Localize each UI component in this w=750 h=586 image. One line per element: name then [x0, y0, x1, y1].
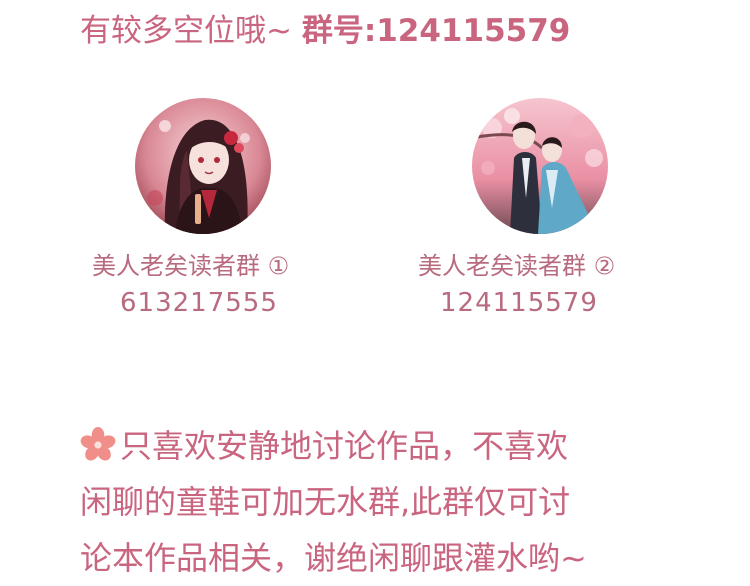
header-text: 有较多空位哦~ 群号:124115579 [80, 8, 570, 54]
group-1-avatar[interactable] [135, 98, 271, 234]
group-rules-notice: 只喜欢安静地讨论作品，不喜欢 闲聊的童鞋可加无水群,此群仅可讨 论本作品相关，谢… [80, 418, 720, 586]
group-1-name: 美人老矣读者群 ① [92, 252, 290, 280]
notice-line-2: 闲聊的童鞋可加无水群,此群仅可讨 [80, 483, 571, 521]
group-2-name: 美人老矣读者群 ② [418, 252, 616, 280]
group-2-number[interactable]: 124115579 [440, 288, 598, 318]
notice-line-1-text: 只喜欢安静地讨论作品，不喜欢 [120, 427, 569, 465]
notice-line-1: 只喜欢安静地讨论作品，不喜欢 [80, 418, 720, 474]
cherry-blossom-icon [80, 427, 116, 461]
group-1-number[interactable]: 613217555 [120, 288, 278, 318]
anime-girl-red-hair-avatar-icon [135, 98, 271, 234]
header-group-number: 群号:124115579 [301, 13, 571, 49]
group-2-avatar[interactable] [472, 98, 608, 234]
anime-couple-cherry-blossom-avatar-icon [472, 98, 608, 234]
header-vacancy-text: 有较多空位哦~ [80, 13, 302, 49]
notice-line-3: 论本作品相关，谢绝闲聊跟灌水哟~ [80, 539, 587, 577]
